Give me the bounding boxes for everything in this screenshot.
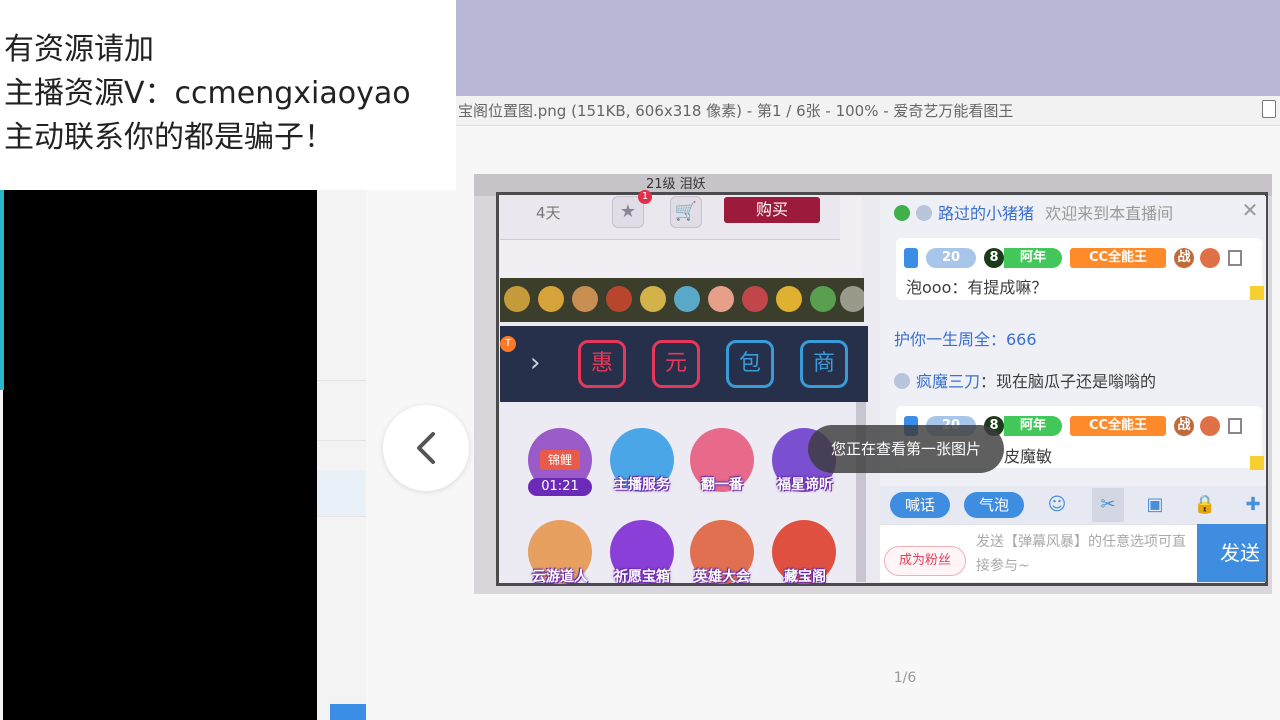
window-top-bar — [456, 0, 1280, 96]
become-fan-button: 成为粉丝 — [884, 546, 966, 576]
t-icon: T — [500, 336, 516, 352]
item-icon — [538, 286, 564, 312]
item-label: 祈愿宝箱 — [614, 569, 670, 585]
bubble-button: 气泡 — [964, 492, 1024, 518]
user-level-icon — [894, 373, 910, 389]
medal-icon — [1200, 248, 1220, 268]
overlay-note: 有资源请加 主播资源V：ccmengxiaoyao 主动联系你的都是骗子！ — [0, 0, 456, 190]
chat-message-line: 疯魔三刀：现在脑瓜子还是嗡嗡的 — [894, 368, 1156, 392]
chat-message: 护你一生周全：666 — [894, 330, 1037, 349]
send-button: 发送 — [1197, 524, 1266, 582]
item-icon — [572, 286, 598, 312]
viewer-title: 宝阁位置图.png (151KB, 606x318 像素) - 第1 / 6张 … — [456, 96, 1280, 126]
item-icon — [674, 286, 700, 312]
chat-input-placeholder: 发送【弹幕风暴】的任意选项可直接参与~ — [976, 534, 1186, 574]
note-line: 有资源请加 — [4, 32, 154, 67]
welcome-line: 路过的小猪猪 欢迎来到本直播间 — [894, 200, 1173, 224]
scissors-icon: ✂ — [1100, 494, 1116, 515]
chat-text: ：现在脑瓜子还是嗡嗡的 — [980, 372, 1157, 391]
phone-icon — [904, 248, 918, 268]
welcome-user: 路过的小猪猪 — [938, 204, 1035, 223]
badge-icon — [1228, 250, 1242, 266]
page-counter: 1/6 — [893, 670, 917, 686]
item-label: 翻一番 — [701, 477, 743, 493]
puzzle-icon: ✚ — [1245, 494, 1261, 515]
cart-icon: 🛒 — [670, 196, 702, 228]
note-line: 主播资源V：ccmengxiaoyao — [4, 76, 411, 111]
nav-discount-icon: 惠 — [578, 340, 626, 388]
battle-badge: 战 — [1174, 248, 1194, 268]
item-label: 主播服务 — [614, 477, 670, 493]
file-list-panel — [317, 190, 366, 720]
user-level-icon — [916, 205, 932, 221]
nav-play-icon: 元 — [652, 340, 700, 388]
item-label: 云游道人 — [532, 569, 588, 585]
badge-icon — [1228, 418, 1242, 434]
item-icon — [504, 286, 530, 312]
item-icon — [708, 286, 734, 312]
black-panel — [3, 190, 317, 720]
list-divider — [317, 440, 366, 441]
fan-level: 8 — [984, 248, 1004, 268]
gift-icon — [894, 205, 910, 221]
item-icon — [776, 286, 802, 312]
list-divider — [317, 516, 366, 517]
screen: 宝阁位置图.png (151KB, 606x318 像素) - 第1 / 6张 … — [0, 0, 1280, 720]
item-label: 福星谛听 — [777, 477, 833, 493]
title-badge: CC全能王 — [1070, 416, 1166, 436]
close-icon: ✕ — [1241, 198, 1259, 222]
item-icon — [840, 286, 864, 312]
welcome-text: 欢迎来到本直播间 — [1045, 204, 1174, 223]
notify-badge: 1 — [638, 190, 652, 204]
item-icon — [810, 286, 836, 312]
koi-label: 锦鲤 — [540, 450, 580, 470]
item-strip — [500, 278, 864, 322]
fan-name: 阿年 — [1004, 248, 1062, 268]
chevron-left-icon — [417, 432, 435, 464]
title-badge: CC全能王 — [1070, 248, 1166, 268]
item-label: 藏宝阁 — [784, 569, 826, 585]
star-icon — [1250, 286, 1264, 300]
koi-timer: 01:21 — [528, 478, 592, 496]
chat-user: 疯魔三刀 — [916, 372, 981, 391]
viewer-tooltip: 您正在查看第一张图片 — [808, 425, 1004, 473]
image-icon: ▣ — [1146, 494, 1164, 515]
game-nav-bar: T › 惠 元 包 商 — [500, 326, 868, 402]
blue-button[interactable] — [330, 704, 366, 720]
battle-badge: 战 — [1174, 416, 1194, 436]
note-line: 主动联系你的都是骗子！ — [4, 120, 334, 155]
lock-icon: 🔒 — [1193, 494, 1217, 515]
buy-button: 购买 — [724, 197, 820, 223]
item-icon — [640, 286, 666, 312]
prev-image-button[interactable] — [383, 405, 469, 491]
list-item-selected[interactable] — [317, 470, 366, 516]
medal-icon — [1200, 416, 1220, 436]
nav-bag-icon: 包 — [726, 340, 774, 388]
emoji-icon: ☺ — [1047, 494, 1067, 515]
level-pill: 20 — [926, 248, 976, 268]
chat-message: 泡ooo：有提成嘛？ — [906, 278, 1048, 297]
item-label: 英雄大会 — [694, 569, 750, 585]
window-restore-icon[interactable] — [1262, 100, 1276, 118]
nav-shop-icon: 商 — [800, 340, 848, 388]
chat-message: 皮魔敏 — [1004, 447, 1053, 466]
list-divider — [317, 380, 366, 381]
fan-name: 阿年 — [1004, 416, 1062, 436]
shout-button: 喊话 — [890, 492, 950, 518]
chevron-right-icon: › — [530, 348, 541, 378]
item-icon — [742, 286, 768, 312]
days-label: 4天 — [536, 204, 561, 222]
star-icon — [1250, 456, 1264, 470]
item-icon — [606, 286, 632, 312]
cyan-edge — [0, 190, 4, 390]
